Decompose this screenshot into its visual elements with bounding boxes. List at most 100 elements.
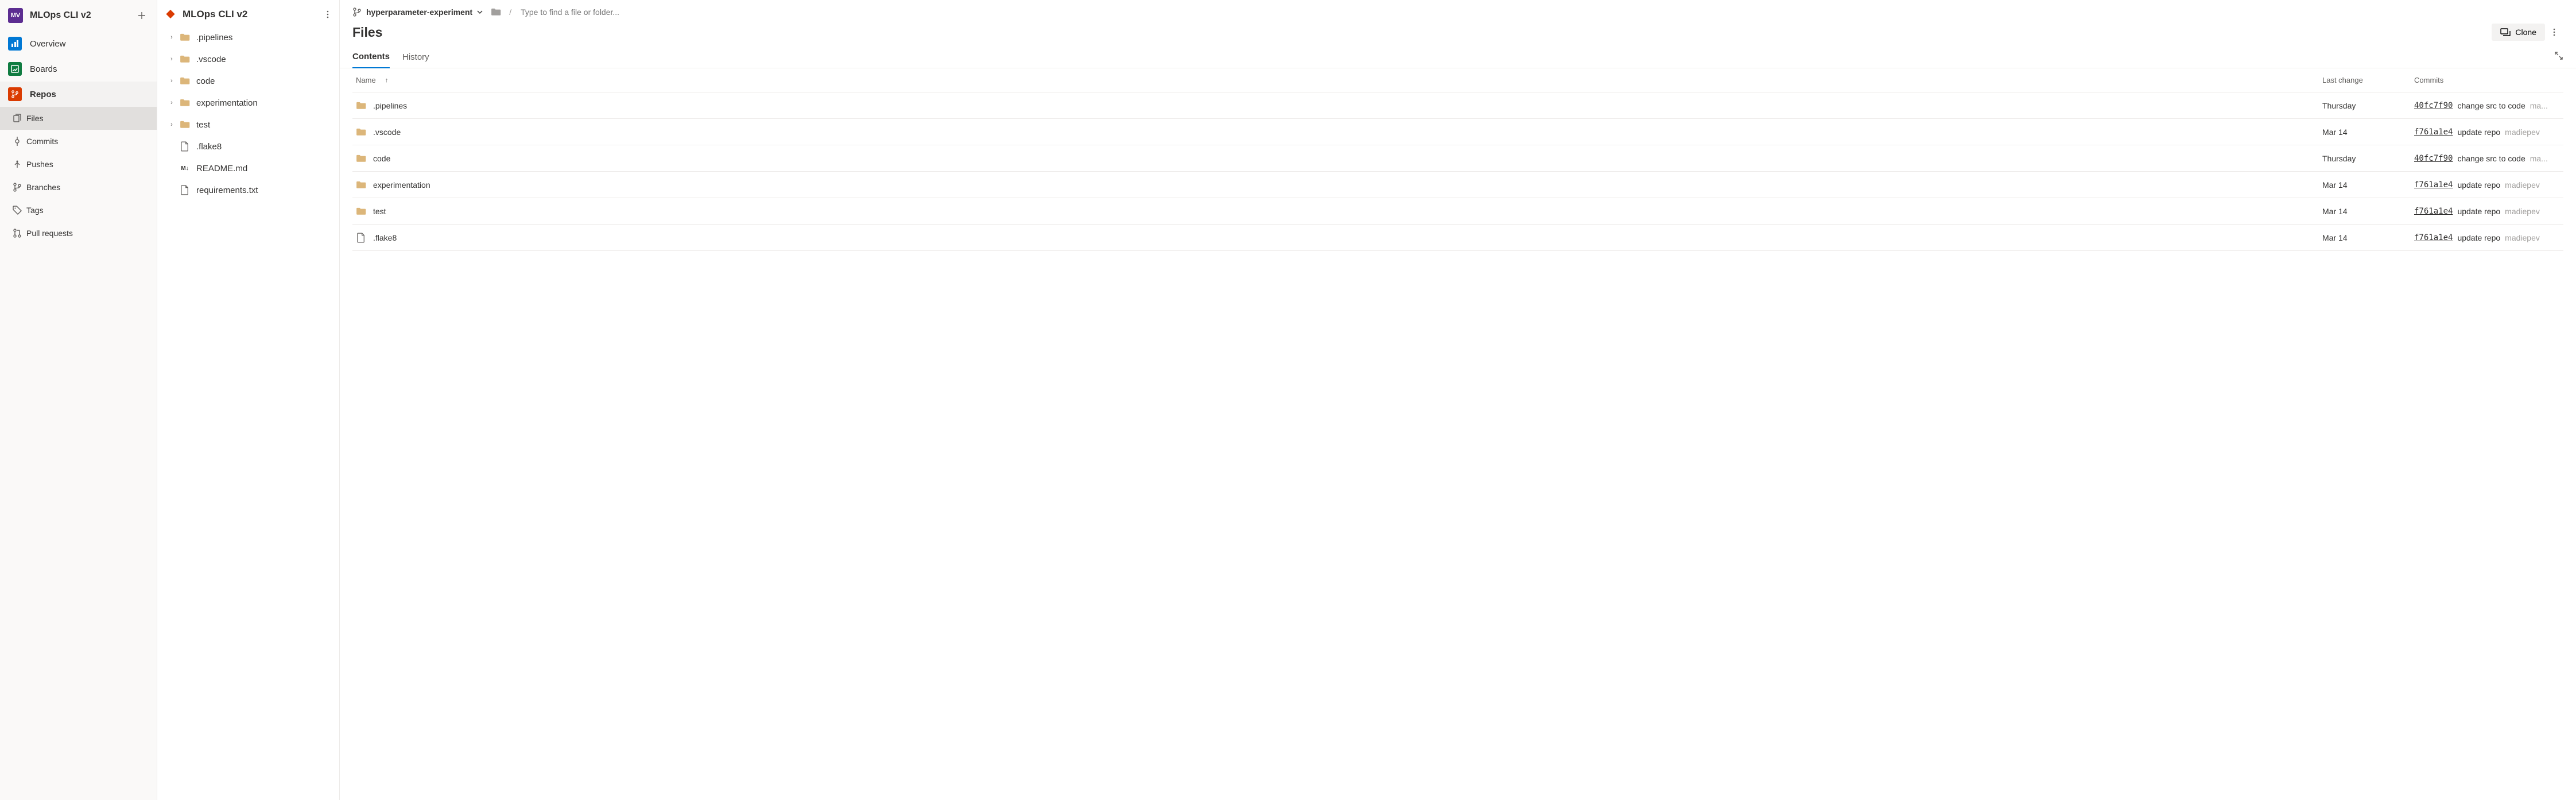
- tree-node-label: .flake8: [196, 142, 222, 152]
- chevron-right-icon: ›: [168, 34, 176, 41]
- commit-author: madiepev: [2505, 233, 2540, 242]
- commit-author: ma...: [2530, 101, 2548, 110]
- file-tree: MLOps CLI v2 ›.pipelines›.vscode›code›ex…: [157, 0, 340, 800]
- project-name: MLOps CLI v2: [30, 10, 135, 21]
- row-last-change: Mar 14: [2322, 127, 2414, 137]
- commit-message: change src to code: [2457, 101, 2525, 110]
- chevron-right-icon: ›: [168, 78, 176, 84]
- folder-icon: [356, 206, 366, 217]
- commit-sha-link[interactable]: f761a1e4: [2414, 180, 2453, 190]
- commit-icon: [11, 136, 23, 147]
- subnav-tags[interactable]: Tags: [0, 199, 157, 222]
- table-row[interactable]: experimentation Mar 14f761a1e4 update repo…: [352, 172, 2563, 198]
- table-row[interactable]: .vscodeMar 14f761a1e4update repomadiepev: [352, 119, 2563, 145]
- markdown-icon: M↓: [179, 163, 191, 174]
- commit-sha-link[interactable]: f761a1e4: [2414, 127, 2453, 137]
- commit-message: update repo: [2457, 207, 2500, 216]
- path-search-input[interactable]: [519, 7, 2563, 17]
- col-last-change[interactable]: Last change: [2322, 76, 2414, 84]
- nav-overview-label: Overview: [30, 39, 66, 49]
- table-row[interactable]: testMar 14f761a1e4update repomadiepev: [352, 198, 2563, 225]
- commit-sha-link[interactable]: f761a1e4: [2414, 233, 2453, 242]
- commit-author: madiepev: [2505, 207, 2540, 216]
- folder-icon: [356, 180, 366, 190]
- boards-icon: [8, 62, 22, 76]
- push-icon: [11, 159, 23, 170]
- chevron-right-icon: ›: [168, 121, 176, 128]
- fullscreen-button[interactable]: [2554, 51, 2563, 65]
- tree-node[interactable]: ›test: [157, 114, 339, 136]
- file-icon: [179, 141, 191, 152]
- commit-author: madiepev: [2505, 127, 2540, 137]
- clone-icon: [2500, 28, 2511, 36]
- clone-label: Clone: [2515, 28, 2536, 37]
- chevron-down-icon: [477, 9, 483, 15]
- left-nav: MV MLOps CLI v2 Overview Boards Repos: [0, 0, 157, 800]
- row-last-change: Mar 14: [2322, 233, 2414, 242]
- col-name[interactable]: Name↑: [352, 76, 2322, 84]
- tabs: Contents History: [340, 44, 2576, 68]
- tree-node[interactable]: ›code: [157, 70, 339, 92]
- table-row[interactable]: .flake8Mar 14f761a1e4update repomadiepev: [352, 225, 2563, 251]
- page-title: Files: [352, 25, 2492, 40]
- row-name: test: [373, 207, 386, 216]
- tree-node[interactable]: ›.vscode: [157, 48, 339, 70]
- commit-sha-link[interactable]: 40fc7f90: [2414, 154, 2453, 163]
- commit-sha-link[interactable]: f761a1e4: [2414, 207, 2453, 216]
- subnav-branches[interactable]: Branches: [0, 176, 157, 199]
- tree-node-label: .pipelines: [196, 33, 232, 42]
- tree-node-label: README.md: [196, 164, 247, 173]
- subnav-pulls-label: Pull requests: [26, 229, 73, 238]
- tree-node[interactable]: M↓ README.md: [157, 157, 339, 179]
- nav-repos[interactable]: Repos: [0, 82, 157, 107]
- more-actions-button[interactable]: [2545, 23, 2563, 41]
- commit-message: update repo: [2457, 180, 2500, 190]
- tab-history[interactable]: History: [402, 49, 429, 68]
- repos-icon: [8, 87, 22, 101]
- subnav-commits[interactable]: Commits: [0, 130, 157, 153]
- tree-node[interactable]: requirements.txt: [157, 179, 339, 201]
- folder-icon: [356, 153, 366, 164]
- subnav-files-label: Files: [26, 114, 44, 123]
- branch-selector[interactable]: hyperparameter-experiment: [352, 7, 483, 17]
- subnav-files[interactable]: Files: [0, 107, 157, 130]
- tree-header[interactable]: MLOps CLI v2: [157, 2, 339, 26]
- table-row[interactable]: .pipelinesThursday40fc7f90change src to …: [352, 92, 2563, 119]
- row-last-change: Mar 14: [2322, 180, 2414, 190]
- nav-overview[interactable]: Overview: [0, 31, 157, 56]
- files-icon: [11, 113, 23, 124]
- tree-more-button[interactable]: [323, 10, 332, 19]
- commit-sha-link[interactable]: 40fc7f90: [2414, 101, 2453, 110]
- tree-node-label: .vscode: [196, 55, 226, 64]
- col-commits[interactable]: Commits: [2414, 76, 2563, 84]
- subnav-pull-requests[interactable]: Pull requests: [0, 222, 157, 245]
- tree-node-label: experimentation: [196, 98, 258, 108]
- row-name: experimentation: [373, 180, 430, 190]
- nav-boards[interactable]: Boards: [0, 56, 157, 82]
- tree-node[interactable]: › .pipelines: [157, 26, 339, 48]
- row-last-change: Thursday: [2322, 101, 2414, 110]
- table-row[interactable]: codeThursday40fc7f90change src to codema…: [352, 145, 2563, 172]
- branch-icon: [11, 181, 23, 193]
- folder-icon: [179, 75, 191, 87]
- tab-contents[interactable]: Contents: [352, 48, 390, 68]
- file-icon: [356, 233, 366, 243]
- table-header: Name↑ Last change Commits: [352, 68, 2563, 92]
- main-content: hyperparameter-experiment / Files Clone …: [340, 0, 2576, 800]
- tree-repo-name: MLOps CLI v2: [183, 9, 323, 20]
- tree-node[interactable]: ›experimentation: [157, 92, 339, 114]
- nav-boards-label: Boards: [30, 64, 57, 74]
- tree-node[interactable]: .flake8: [157, 136, 339, 157]
- commit-message: update repo: [2457, 233, 2500, 242]
- repo-diamond-icon: [164, 8, 177, 21]
- row-name: code: [373, 154, 390, 163]
- root-folder-icon[interactable]: [491, 8, 501, 16]
- clone-button[interactable]: Clone: [2492, 24, 2545, 41]
- subnav-pushes[interactable]: Pushes: [0, 153, 157, 176]
- pull-request-icon: [11, 227, 23, 239]
- project-header[interactable]: MV MLOps CLI v2: [0, 2, 157, 31]
- commit-author: madiepev: [2505, 180, 2540, 190]
- folder-icon: [356, 127, 366, 137]
- add-button[interactable]: [135, 9, 149, 22]
- folder-icon: [179, 119, 191, 130]
